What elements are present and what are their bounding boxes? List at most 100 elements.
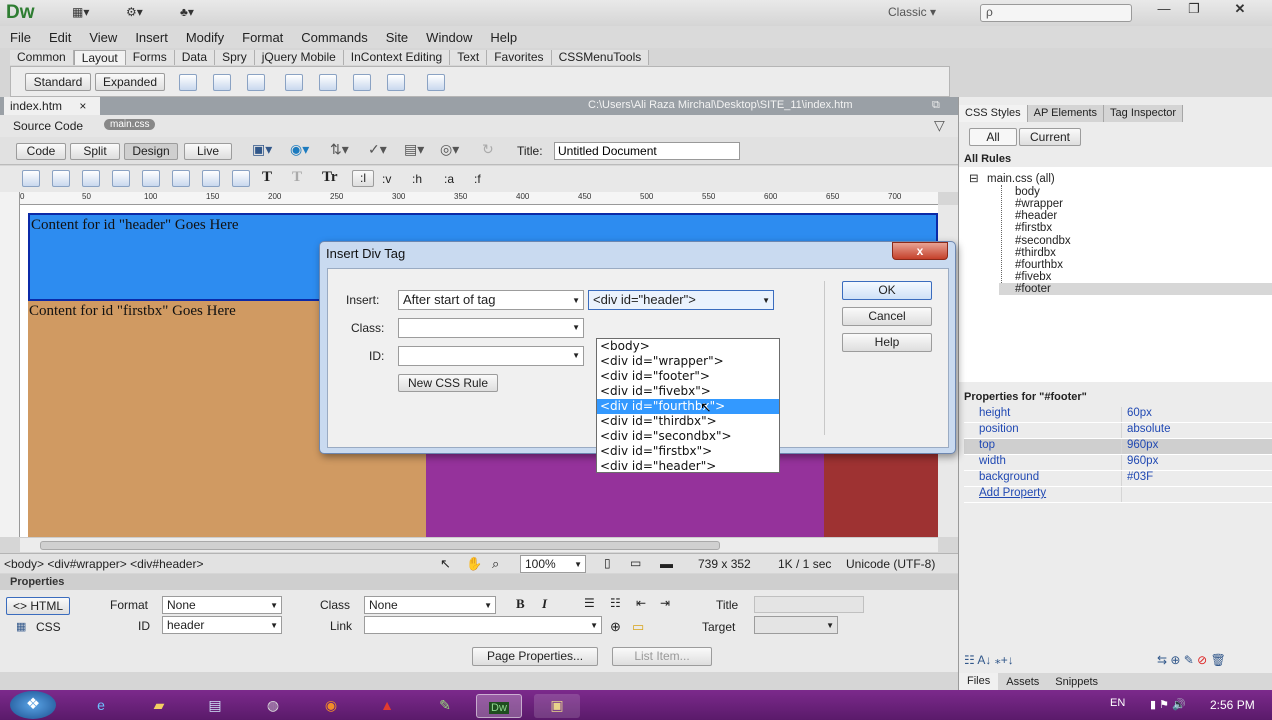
render-projection-icon[interactable] xyxy=(112,170,130,187)
link-pseudo-button[interactable]: :l xyxy=(352,170,374,187)
css-prop-row[interactable]: height 60px xyxy=(964,407,1272,423)
text-style-3-icon[interactable]: Tr xyxy=(322,169,338,186)
standard-button[interactable]: Standard xyxy=(25,73,91,91)
indent-icon[interactable]: ⇥ xyxy=(660,596,670,610)
point-to-file-icon[interactable]: ⊕ xyxy=(610,619,621,635)
spry-menu-icon[interactable] xyxy=(319,74,337,91)
w3c-validation-icon[interactable]: ✓▾ xyxy=(368,141,387,158)
tab-tag-inspector[interactable]: Tag Inspector xyxy=(1104,105,1184,122)
toggle-css-icon[interactable] xyxy=(202,170,220,187)
render-tty-icon[interactable] xyxy=(142,170,160,187)
ordered-list-icon[interactable]: ☷ xyxy=(610,596,621,610)
link-input[interactable] xyxy=(364,616,602,634)
recorder-icon[interactable]: ▣ xyxy=(534,694,580,718)
list-item-button[interactable]: List Item... xyxy=(612,647,712,666)
class-select[interactable]: None xyxy=(364,596,496,614)
dropdown-option[interactable]: <div id="fivebx"> xyxy=(597,384,779,399)
current-mode-button[interactable]: Current xyxy=(1019,128,1081,146)
html-mode-button[interactable]: <> HTML xyxy=(6,597,70,615)
panel-bottom-icons[interactable]: ☷ A↓ ⁎+↓ xyxy=(964,653,1014,667)
new-css-rule-button[interactable]: New CSS Rule xyxy=(398,374,498,392)
rule-secondbx[interactable]: #secondbx xyxy=(1015,235,1071,247)
title-input[interactable] xyxy=(554,142,740,160)
start-button-icon[interactable]: ❖ xyxy=(10,691,56,719)
dropdown-option[interactable]: <div id="footer"> xyxy=(597,369,779,384)
select-tool-icon[interactable]: ↖ xyxy=(440,556,451,572)
tab-favorites[interactable]: Favorites xyxy=(487,49,552,65)
internet-explorer-icon[interactable]: e xyxy=(78,694,124,718)
code-view-button[interactable]: Code xyxy=(16,143,66,160)
rule-wrapper[interactable]: #wrapper xyxy=(1015,198,1063,210)
id-dialog-select[interactable] xyxy=(398,346,584,366)
restore-button[interactable]: ❐ xyxy=(1180,1,1208,19)
menu-view[interactable]: View xyxy=(89,30,117,45)
zoom-tool-icon[interactable]: ⌕ xyxy=(492,556,499,572)
insert-div-icon[interactable] xyxy=(213,74,231,91)
target-select[interactable] xyxy=(754,616,838,634)
refresh-icon[interactable]: ↻ xyxy=(482,141,494,158)
app-icon[interactable]: ◍ xyxy=(250,694,296,718)
css-prop-row[interactable]: top 960px xyxy=(964,439,1272,455)
dropdown-option[interactable]: <div id="wrapper"> xyxy=(597,354,779,369)
format-select[interactable]: None xyxy=(162,596,282,614)
unordered-list-icon[interactable]: ☰ xyxy=(584,596,595,610)
dialog-close-button[interactable]: x xyxy=(892,242,948,260)
css-mode-icon[interactable]: ▦ xyxy=(16,620,26,633)
tab-files[interactable]: Files xyxy=(959,673,999,690)
rule-firstbx[interactable]: #firstbx xyxy=(1015,222,1052,234)
document-tab[interactable]: index.htm × xyxy=(4,97,100,115)
render-tv-icon[interactable] xyxy=(172,170,190,187)
layout-menu-icon[interactable]: ▦▾ xyxy=(72,5,89,19)
collapse-icon[interactable]: ⊟ xyxy=(969,173,979,185)
close-tab-icon[interactable]: × xyxy=(79,99,86,113)
source-code-link[interactable]: Source Code xyxy=(13,119,83,133)
tab-data[interactable]: Data xyxy=(174,49,216,65)
outdent-icon[interactable]: ⇤ xyxy=(636,596,646,610)
menu-file[interactable]: File xyxy=(10,30,31,45)
insert-position-select[interactable]: After start of tag xyxy=(398,290,584,310)
bold-button[interactable]: B xyxy=(516,596,525,612)
tag-dropdown-list[interactable]: <body> <div id="wrapper"> <div id="foote… xyxy=(596,338,780,473)
explorer-folder-icon[interactable]: ▰ xyxy=(136,694,182,718)
panel-action-icons[interactable]: ⇆ ⊕ ✎ ⊘ 🗑 xyxy=(1157,653,1226,667)
dropdown-option[interactable]: <div id="thirdbx"> xyxy=(597,414,779,429)
restore-doc-icon[interactable]: ⧉ xyxy=(932,99,940,112)
ok-button[interactable]: OK xyxy=(842,281,932,300)
zoom-select[interactable]: 100% xyxy=(520,555,586,573)
id-select[interactable]: header xyxy=(162,616,282,634)
insert-tag-select[interactable]: <div id="header"> xyxy=(588,290,774,310)
workspace-switcher[interactable]: Classic ▾ xyxy=(888,5,936,19)
menu-format[interactable]: Format xyxy=(242,30,283,45)
css-prop-row[interactable]: background #03F xyxy=(964,471,1272,487)
tab-text[interactable]: Text xyxy=(450,49,488,65)
dropdown-option[interactable]: <div id="secondbx"> xyxy=(597,429,779,444)
properties-header[interactable]: Properties xyxy=(0,574,958,590)
preview-browser-icon[interactable]: ◉▾ xyxy=(290,141,309,158)
tab-jquery-mobile[interactable]: jQuery Mobile xyxy=(254,49,344,65)
tab-ap-elements[interactable]: AP Elements xyxy=(1027,105,1105,122)
render-print-icon[interactable] xyxy=(52,170,70,187)
desktop-size-icon[interactable]: ▬ xyxy=(660,556,673,571)
window-size[interactable]: 739 x 352 xyxy=(698,557,751,571)
fluid-grid-icon[interactable] xyxy=(285,74,303,91)
all-mode-button[interactable]: All xyxy=(969,128,1017,146)
tab-spry[interactable]: Spry xyxy=(215,49,255,65)
rule-body[interactable]: body xyxy=(1015,186,1040,198)
page-properties-button[interactable]: Page Properties... xyxy=(472,647,598,666)
dropdown-option[interactable]: <body> xyxy=(597,339,779,354)
ap-div-icon[interactable] xyxy=(247,74,265,91)
tablet-size-icon[interactable]: ▭ xyxy=(630,556,641,570)
minimize-button[interactable]: — xyxy=(1150,1,1178,19)
tab-css-styles[interactable]: CSS Styles xyxy=(959,105,1028,122)
dreamweaver-taskbar-icon[interactable]: Dw xyxy=(476,694,522,718)
css-prop-row[interactable]: width 960px xyxy=(964,455,1272,471)
tab-forms[interactable]: Forms xyxy=(125,49,175,65)
focus-pseudo-button[interactable]: :f xyxy=(474,172,481,186)
dropdown-option[interactable]: <div id="firstbx"> xyxy=(597,444,779,459)
css-mode-button[interactable]: CSS xyxy=(36,620,61,634)
browse-folder-icon[interactable]: ▭ xyxy=(632,619,644,635)
rule-fivebx[interactable]: #fivebx xyxy=(1015,271,1051,283)
hand-tool-icon[interactable]: ✋ xyxy=(466,556,482,572)
frames-icon[interactable] xyxy=(427,74,445,91)
rule-footer[interactable]: #footer xyxy=(999,283,1272,295)
